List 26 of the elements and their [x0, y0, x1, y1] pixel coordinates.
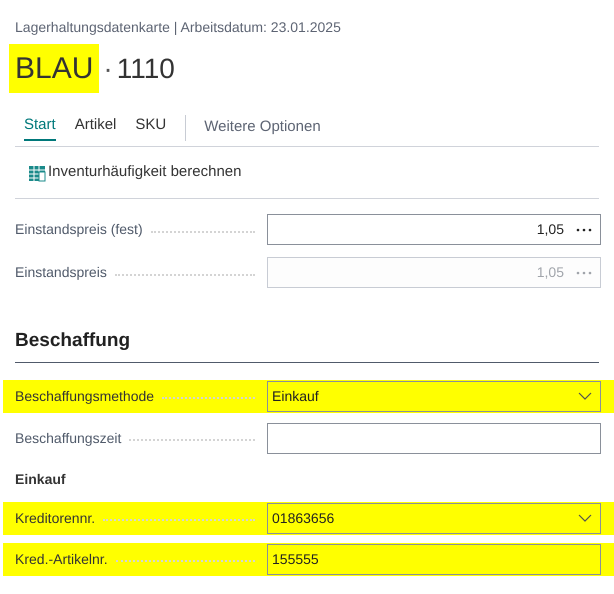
breadcrumb: Lagerhaltungsdatenkarte | Arbeitsdatum: 23.01.2025 — [14, 18, 342, 37]
field-label: Einstandspreis (fest) — [15, 220, 143, 239]
more-options-tab[interactable]: Weitere Optionen — [204, 116, 321, 139]
tab[interactable]: Artikel — [74, 114, 116, 141]
chevron-down-icon — [578, 514, 592, 522]
dropdown-field[interactable]: 01863656 — [267, 502, 601, 534]
field-label: Kred.-Artikelnr. — [15, 550, 108, 568]
subsection-heading: Einkauf — [14, 470, 67, 488]
field-label: Beschaffungszeit — [15, 428, 122, 448]
ellipsis-icon[interactable] — [576, 228, 592, 232]
dropdown-field[interactable]: Einkauf — [267, 380, 601, 412]
table-calculator-icon — [28, 164, 46, 182]
record-number: 1110 — [116, 52, 175, 86]
chevron-down-icon — [578, 392, 592, 400]
record-title: BLAU — [9, 44, 100, 93]
field-label: Einstandspreis — [15, 263, 107, 282]
field-label: Kreditorennr. — [15, 508, 96, 528]
tab[interactable]: Start — [24, 114, 56, 141]
text-field[interactable]: 155555 — [267, 544, 601, 574]
number-field[interactable]: 1,05 — [267, 214, 601, 245]
section-heading: Beschaffung — [15, 329, 132, 353]
text-field[interactable] — [267, 422, 601, 454]
action-button[interactable]: Inventurhäufigkeit berechnen — [28, 161, 242, 184]
field-label: Beschaffungsmethode — [15, 386, 154, 406]
title-separator: · — [103, 52, 113, 86]
tab[interactable]: SKU — [135, 114, 166, 141]
